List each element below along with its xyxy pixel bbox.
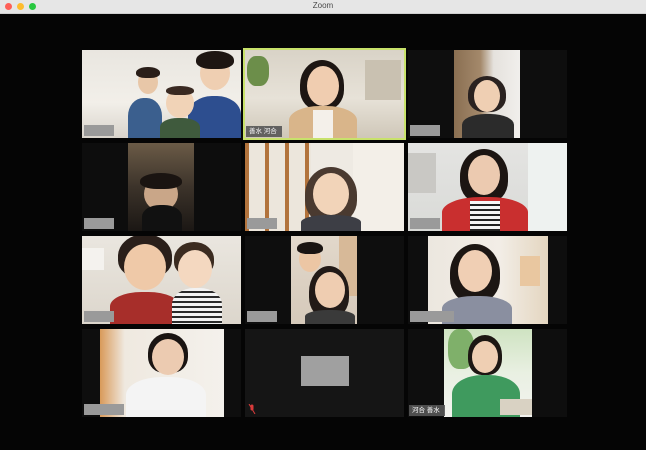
video-tile[interactable] (408, 143, 567, 231)
video-tile[interactable] (82, 329, 241, 417)
name-placeholder (84, 125, 114, 136)
video-tile[interactable] (408, 236, 567, 324)
name-placeholder (410, 218, 440, 229)
avatar-placeholder (301, 356, 349, 386)
window-title: Zoom (312, 1, 334, 10)
video-tile[interactable] (408, 50, 567, 138)
name-placeholder (84, 404, 124, 415)
name-placeholder (410, 125, 440, 136)
name-placeholder (410, 311, 454, 322)
name-placeholder (247, 311, 277, 322)
participant-name: 善水 河合 (246, 126, 282, 137)
video-tile-camera-off[interactable] (245, 329, 404, 417)
title-bar[interactable]: Zoom (0, 0, 646, 14)
participant-name: 河合 善水 (409, 405, 445, 416)
name-placeholder (84, 311, 114, 322)
gallery-view: 善水 河合 河合 善水 (0, 14, 646, 450)
video-tile[interactable] (82, 143, 241, 231)
video-tile-active-speaker[interactable]: 善水 河合 (243, 48, 406, 140)
video-tile[interactable] (245, 143, 404, 231)
participant-video (245, 50, 404, 138)
video-tile[interactable] (82, 236, 241, 324)
muted-microphone-icon (248, 404, 256, 414)
name-placeholder (84, 218, 114, 229)
participant-video (408, 329, 567, 417)
video-tile[interactable] (245, 236, 404, 324)
video-tile[interactable] (82, 50, 241, 138)
video-tile[interactable]: 河合 善水 (408, 329, 567, 417)
name-placeholder (247, 218, 277, 229)
